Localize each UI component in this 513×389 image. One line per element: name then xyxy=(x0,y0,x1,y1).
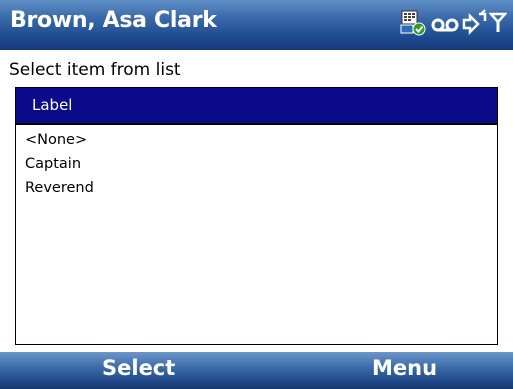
data-connection-icon[interactable] xyxy=(461,8,487,38)
list-header: Label xyxy=(16,88,497,125)
softkey-bar: Select Menu xyxy=(0,352,513,389)
prompt-text: Select item from list xyxy=(9,60,181,80)
window-title: Brown, Asa Clark xyxy=(10,8,217,33)
list-item-captain[interactable]: Captain xyxy=(25,152,94,176)
voicemail-icon[interactable] xyxy=(431,8,459,38)
signal-strength-icon[interactable] xyxy=(489,8,507,38)
status-icons xyxy=(399,6,507,40)
select-softkey[interactable]: Select xyxy=(102,356,175,380)
menu-softkey[interactable]: Menu xyxy=(372,356,437,380)
title-bar: Brown, Asa Clark xyxy=(0,0,513,50)
selection-list[interactable]: Label <None> Captain Reverend xyxy=(15,87,498,345)
list-item-none[interactable]: <None> xyxy=(25,128,94,152)
sync-icon[interactable] xyxy=(399,8,429,38)
phone-screen: Brown, Asa Clark Select item from list L… xyxy=(0,0,513,389)
list-items: <None> Captain Reverend xyxy=(25,128,94,200)
list-item-reverend[interactable]: Reverend xyxy=(25,176,94,200)
list-header-label: Label xyxy=(32,96,73,114)
